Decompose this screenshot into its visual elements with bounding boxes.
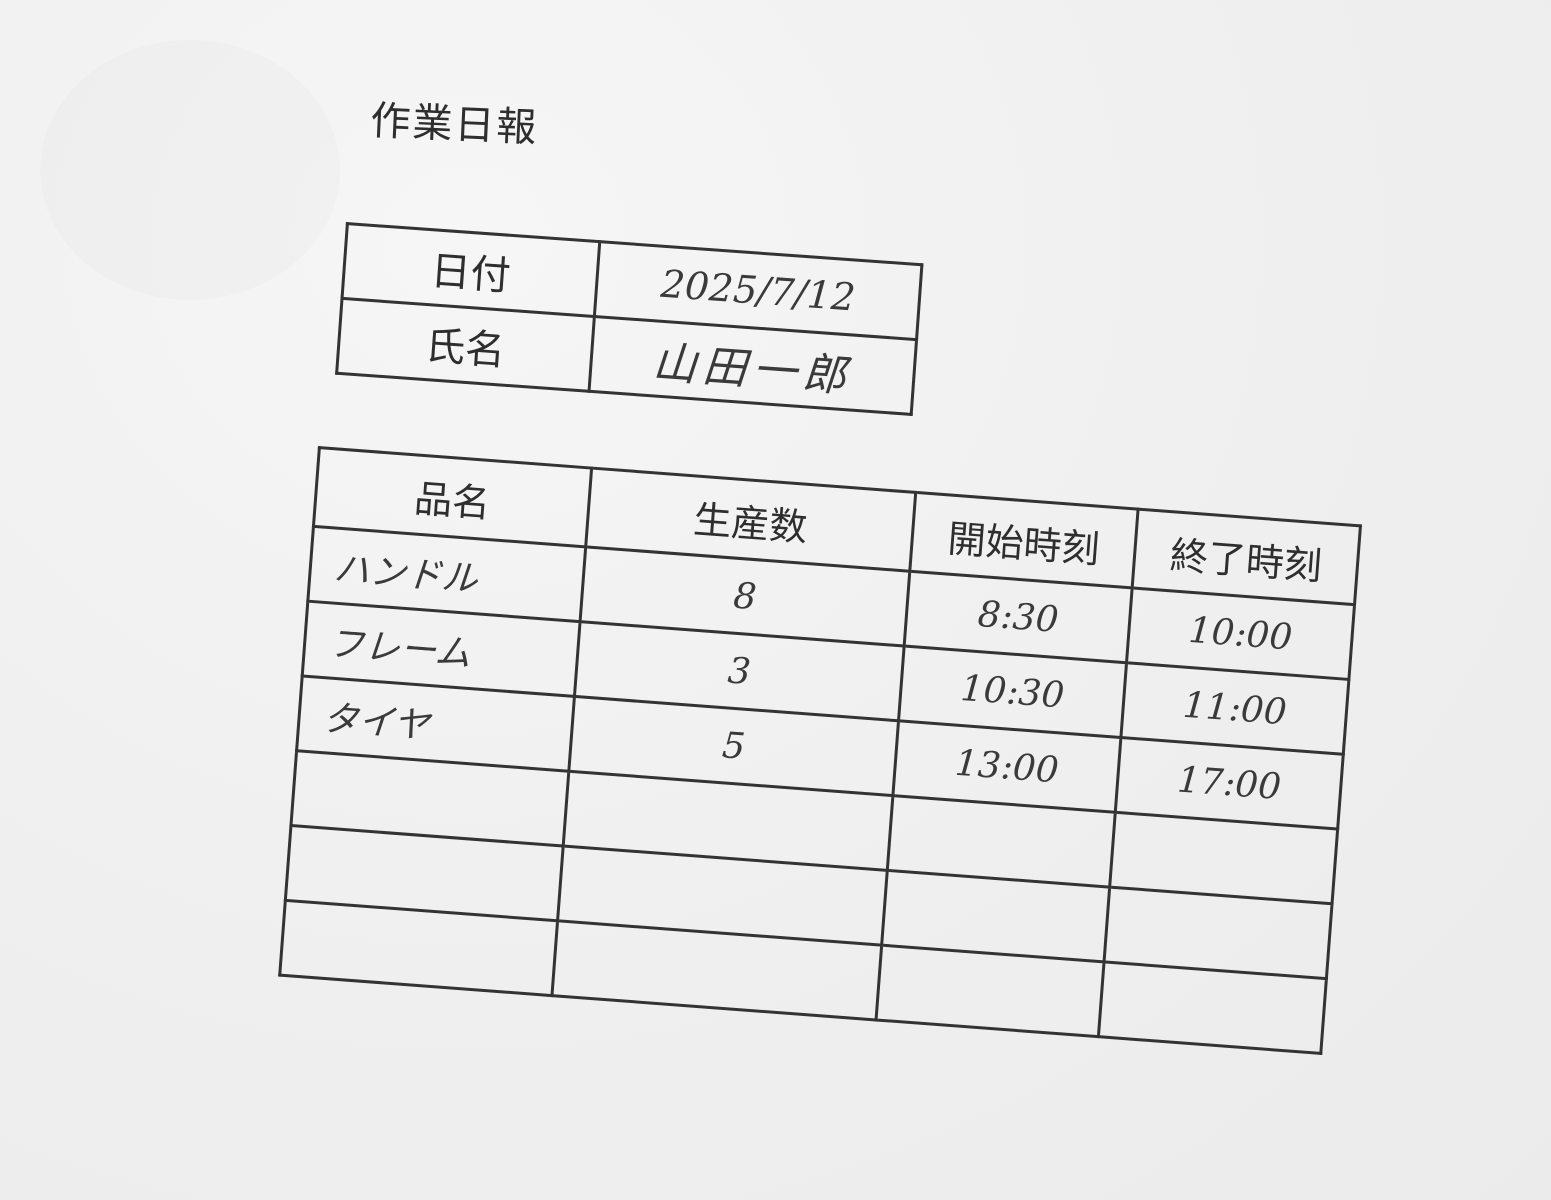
cell-start-time xyxy=(876,945,1105,1037)
cell-end-time xyxy=(1098,961,1327,1054)
scanned-page: 作業日報 日付 2025/7/12 氏名 山田一郎 品名 生産数 開始時刻 終了… xyxy=(0,0,1551,1200)
info-table: 日付 2025/7/12 氏名 山田一郎 xyxy=(335,222,923,416)
production-table: 品名 生産数 開始時刻 終了時刻 ハンドル 8 8:30 10:00 フレーム … xyxy=(278,446,1362,1055)
paper-shadow xyxy=(40,40,340,300)
document-title: 作業日報 xyxy=(369,97,540,152)
